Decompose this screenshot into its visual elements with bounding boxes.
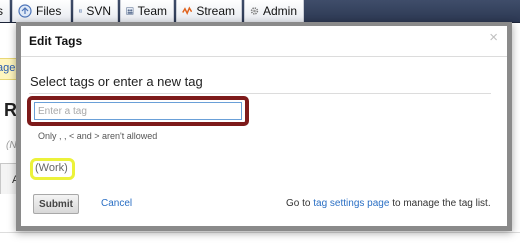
nav-tab-admin-label: Admin xyxy=(262,4,297,18)
divider xyxy=(0,232,520,233)
svn-icon xyxy=(79,9,83,13)
edit-tags-dialog: Edit Tags × Select tags or enter a new t… xyxy=(16,22,512,231)
tag-prompt: Select tags or enter a new tag xyxy=(30,74,203,89)
dialog-header: Edit Tags × xyxy=(21,26,507,57)
cancel-link[interactable]: Cancel xyxy=(101,198,132,209)
tag-settings-note-suffix: to manage the tag list. xyxy=(389,198,491,209)
nav-tab-svn[interactable]: SVN xyxy=(73,0,118,22)
nav-tab-partial[interactable]: s xyxy=(0,0,10,22)
note-fragment: (N xyxy=(6,140,17,151)
team-icon xyxy=(126,7,134,15)
nav-tab-files[interactable]: Files xyxy=(12,0,71,22)
tag-settings-link[interactable]: tag settings page xyxy=(313,198,389,209)
submit-button[interactable]: Submit xyxy=(33,194,79,214)
files-icon xyxy=(18,4,32,18)
close-icon[interactable]: × xyxy=(489,29,498,46)
nav-tab-admin[interactable]: Admin xyxy=(244,0,304,22)
nav-tab-partial-label: s xyxy=(0,4,3,18)
tag-input-hint: Only , , < and > aren't allowed xyxy=(38,131,158,141)
nav-tab-svn-label: SVN xyxy=(86,4,111,18)
notice-text-fragment: age xyxy=(0,62,16,74)
nav-tab-stream[interactable]: Stream xyxy=(176,0,242,22)
nav-tab-team-label: Team xyxy=(137,4,167,18)
tag-input[interactable] xyxy=(34,102,242,120)
divider xyxy=(29,93,491,94)
dialog-title: Edit Tags xyxy=(29,34,83,48)
stream-icon xyxy=(182,6,193,15)
tag-settings-note: Go to tag settings page to manage the ta… xyxy=(286,198,491,209)
nav-tab-team[interactable]: Team xyxy=(120,0,174,22)
top-navbar: s Files SVN Team Stream Admin xyxy=(0,0,520,23)
nav-tab-files-label: Files xyxy=(36,4,62,18)
gear-icon xyxy=(250,7,259,15)
tag-settings-note-prefix: Go to xyxy=(286,198,314,209)
existing-tag-work[interactable]: (Work) xyxy=(35,162,68,174)
nav-tab-stream-label: Stream xyxy=(196,4,235,18)
